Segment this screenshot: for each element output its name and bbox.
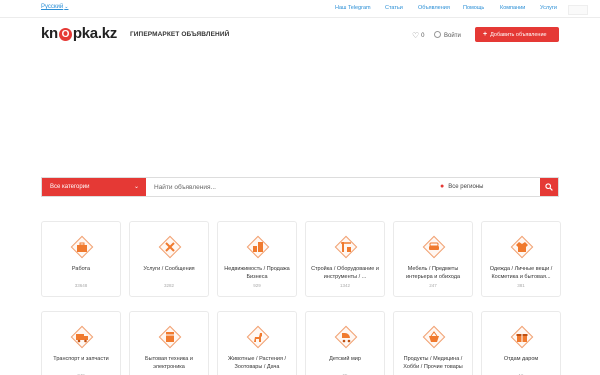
category-select[interactable]: Все категории ⌄ xyxy=(42,178,146,196)
region-label: Все регионы xyxy=(448,184,484,190)
category-label: Животные / Растения / Зоотовары / Дача xyxy=(227,356,287,370)
category-card-animals[interactable]: Животные / Растения / Зоотовары / Дача xyxy=(217,311,297,375)
region-select[interactable]: ● Все регионы xyxy=(440,178,483,196)
basket-icon xyxy=(422,325,446,349)
category-label: Транспорт и запчасти xyxy=(53,356,109,362)
category-label: Детский мир xyxy=(329,356,361,362)
top-link-articles[interactable]: Статьи xyxy=(385,5,403,11)
top-link-services[interactable]: Услуги xyxy=(540,5,557,11)
top-right-widget[interactable] xyxy=(568,5,588,15)
heart-icon: ♡ xyxy=(412,31,420,40)
category-count: 247 xyxy=(429,283,437,288)
favorites-link[interactable]: ♡ 0 xyxy=(412,31,425,40)
language-selector[interactable]: Русский⌄ xyxy=(41,4,68,10)
category-card-real-estate[interactable]: Недвижимость / Продажа Бизнеса 929 xyxy=(217,221,297,297)
appliance-icon xyxy=(158,325,182,349)
category-label: Бытовая техника и электроника xyxy=(145,356,193,370)
user-icon xyxy=(434,31,441,38)
header: kn Opka.kz ГИПЕРМАРКЕТ ОБЪЯВЛЕНИЙ ♡ 0 Войт… xyxy=(0,24,600,48)
truck-icon xyxy=(70,325,94,349)
category-card-services[interactable]: Услуги / Сообщения 3282 xyxy=(129,221,209,297)
site-logo[interactable]: kn Opka.kz xyxy=(41,25,117,42)
add-listing-button[interactable]: + Добавить объявление xyxy=(475,27,559,42)
category-label: Работа xyxy=(71,266,91,272)
category-count: 381 xyxy=(517,283,525,288)
top-link-help[interactable]: Помощь xyxy=(463,5,484,11)
category-label: Мебель / Предметы интерьера и обихода xyxy=(405,266,461,280)
top-link-companies[interactable]: Компании xyxy=(500,5,525,11)
search-icon xyxy=(545,183,553,191)
category-card-free[interactable]: Отдам даром 16 xyxy=(481,311,561,375)
category-label: Услуги / Сообщения xyxy=(143,266,195,272)
top-bar: Русский⌄ Наш Telegram Статьи Объявления … xyxy=(0,0,600,18)
location-pin-icon: ● xyxy=(440,183,445,190)
login-label: Войти xyxy=(444,33,461,39)
category-count: 1342 xyxy=(339,283,350,288)
category-count: 929 xyxy=(253,283,261,288)
favorites-count: 0 xyxy=(421,33,425,39)
category-card-kids[interactable]: Детский мир 65 xyxy=(305,311,385,375)
category-label: Одежда / Личные вещи / Косметика и бытов… xyxy=(489,266,553,280)
tools-icon xyxy=(158,235,182,259)
search-input[interactable] xyxy=(154,182,434,193)
category-count: 33648 xyxy=(74,283,88,288)
top-link-ads[interactable]: Объявления xyxy=(418,5,450,11)
crane-icon xyxy=(334,235,358,259)
search-button[interactable] xyxy=(540,178,558,196)
top-link-telegram[interactable]: Наш Telegram xyxy=(335,5,371,11)
category-card-furniture[interactable]: Мебель / Предметы интерьера и обихода 24… xyxy=(393,221,473,297)
add-listing-label: Добавить объявление xyxy=(490,32,547,38)
briefcase-icon xyxy=(70,235,94,259)
sofa-icon xyxy=(422,235,446,259)
category-select-label: Все категории xyxy=(50,184,90,190)
gift-icon xyxy=(510,325,534,349)
plus-icon: + xyxy=(483,31,488,38)
search-bar: Все категории ⌄ ●Все регионы xyxy=(41,177,559,197)
category-card-construction[interactable]: Стройка / Оборудование и инструменты / .… xyxy=(305,221,385,297)
category-card-transport[interactable]: Транспорт и запчасти 349 xyxy=(41,311,121,375)
category-label: Недвижимость / Продажа Бизнеса xyxy=(224,266,290,280)
language-label: Русский xyxy=(41,4,64,10)
stroller-icon xyxy=(334,325,358,349)
category-label: Стройка / Оборудование и инструменты / .… xyxy=(311,266,379,280)
category-label: Отдам даром xyxy=(503,356,539,362)
jacket-icon xyxy=(510,235,534,259)
site-tagline: ГИПЕРМАРКЕТ ОБЪЯВЛЕНИЙ xyxy=(130,31,230,38)
category-card-jobs[interactable]: Работа 33648 xyxy=(41,221,121,297)
category-card-appliances[interactable]: Бытовая техника и электроника xyxy=(129,311,209,375)
building-icon xyxy=(246,235,270,259)
login-link[interactable]: Войти xyxy=(434,31,461,39)
chevron-down-icon: ⌄ xyxy=(64,4,69,10)
category-count: 3282 xyxy=(163,283,174,288)
category-card-products[interactable]: Продукты / Медицина / Хобби / Прочие тов… xyxy=(393,311,473,375)
dog-icon xyxy=(246,325,270,349)
chevron-down-icon: ⌄ xyxy=(133,184,139,190)
category-label: Продукты / Медицина / Хобби / Прочие тов… xyxy=(403,356,463,370)
category-card-clothing[interactable]: Одежда / Личные вещи / Косметика и бытов… xyxy=(481,221,561,297)
